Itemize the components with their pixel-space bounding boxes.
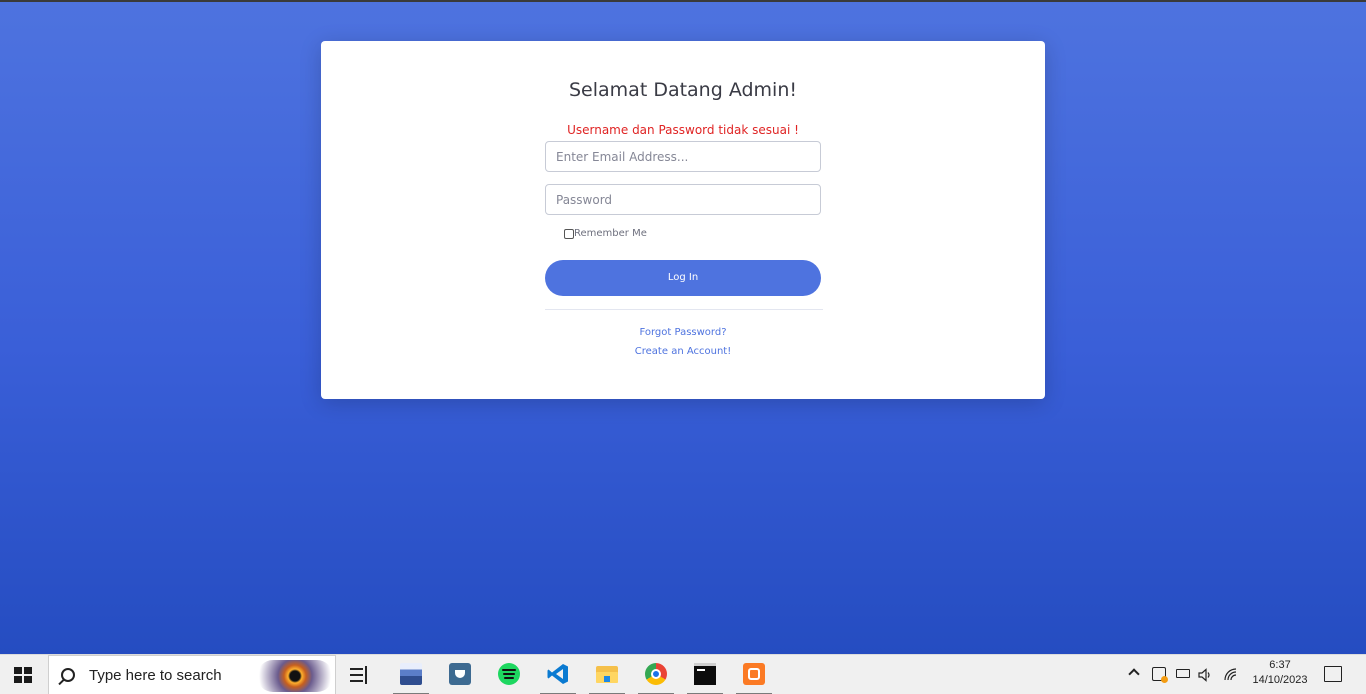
clock-date: 14/10/2023 — [1252, 674, 1308, 686]
start-button[interactable] — [14, 667, 32, 683]
error-message: Username dan Password tidak sesuai ! — [567, 123, 799, 137]
volume-icon[interactable] — [1198, 667, 1212, 682]
remember-me-label: Remember Me — [574, 228, 647, 239]
taskbar-app-chrome[interactable] — [636, 655, 676, 694]
file-manager-icon — [400, 663, 422, 685]
login-card: Selamat Datang Admin! Username dan Passw… — [321, 41, 1045, 399]
taskbar-app-file-manager[interactable] — [391, 655, 431, 694]
system-tray — [1126, 655, 1238, 694]
taskbar-app-file-explorer[interactable] — [587, 655, 627, 694]
task-view-button[interactable] — [350, 666, 370, 684]
vscode-icon — [547, 663, 569, 685]
remember-me-checkbox[interactable] — [564, 228, 574, 239]
terminal-icon — [694, 663, 716, 685]
remember-me[interactable]: Remember Me — [564, 228, 647, 239]
taskbar: Type here to search 6:37 14/10/2023 — [0, 654, 1366, 694]
update-icon[interactable] — [1152, 667, 1168, 683]
chevron-up-icon[interactable] — [1128, 668, 1140, 680]
page-title: Selamat Datang Admin! — [569, 79, 797, 101]
taskbar-app-vscode[interactable] — [538, 655, 578, 694]
notifications-icon[interactable] — [1324, 666, 1342, 682]
clock-time: 6:37 — [1269, 659, 1291, 671]
login-button[interactable]: Log In — [545, 260, 821, 296]
clock[interactable]: 6:37 14/10/2023 — [1240, 658, 1320, 688]
spotify-icon — [498, 663, 520, 685]
taskbar-search[interactable]: Type here to search — [48, 655, 336, 694]
taskbar-app-spotify[interactable] — [489, 655, 529, 694]
windows-logo-icon — [14, 667, 22, 674]
window-top-border — [0, 0, 1366, 2]
search-icon — [61, 668, 75, 682]
file-explorer-icon — [596, 663, 618, 685]
forgot-password-link[interactable]: Forgot Password? — [321, 327, 1045, 338]
taskbar-app-2[interactable] — [440, 655, 480, 694]
search-input[interactable]: Type here to search — [89, 667, 222, 684]
taskbar-app-terminal[interactable] — [685, 655, 725, 694]
battery-icon[interactable] — [1176, 669, 1190, 678]
app-icon — [449, 663, 471, 685]
password-field[interactable] — [545, 184, 821, 215]
taskbar-app-xampp[interactable] — [734, 655, 774, 694]
wifi-icon[interactable] — [1224, 667, 1238, 681]
email-field[interactable] — [545, 141, 821, 172]
create-account-link[interactable]: Create an Account! — [321, 346, 1045, 357]
search-highlight-image — [257, 660, 333, 692]
xampp-icon — [743, 663, 765, 685]
divider — [545, 309, 823, 310]
chrome-icon — [645, 663, 667, 685]
